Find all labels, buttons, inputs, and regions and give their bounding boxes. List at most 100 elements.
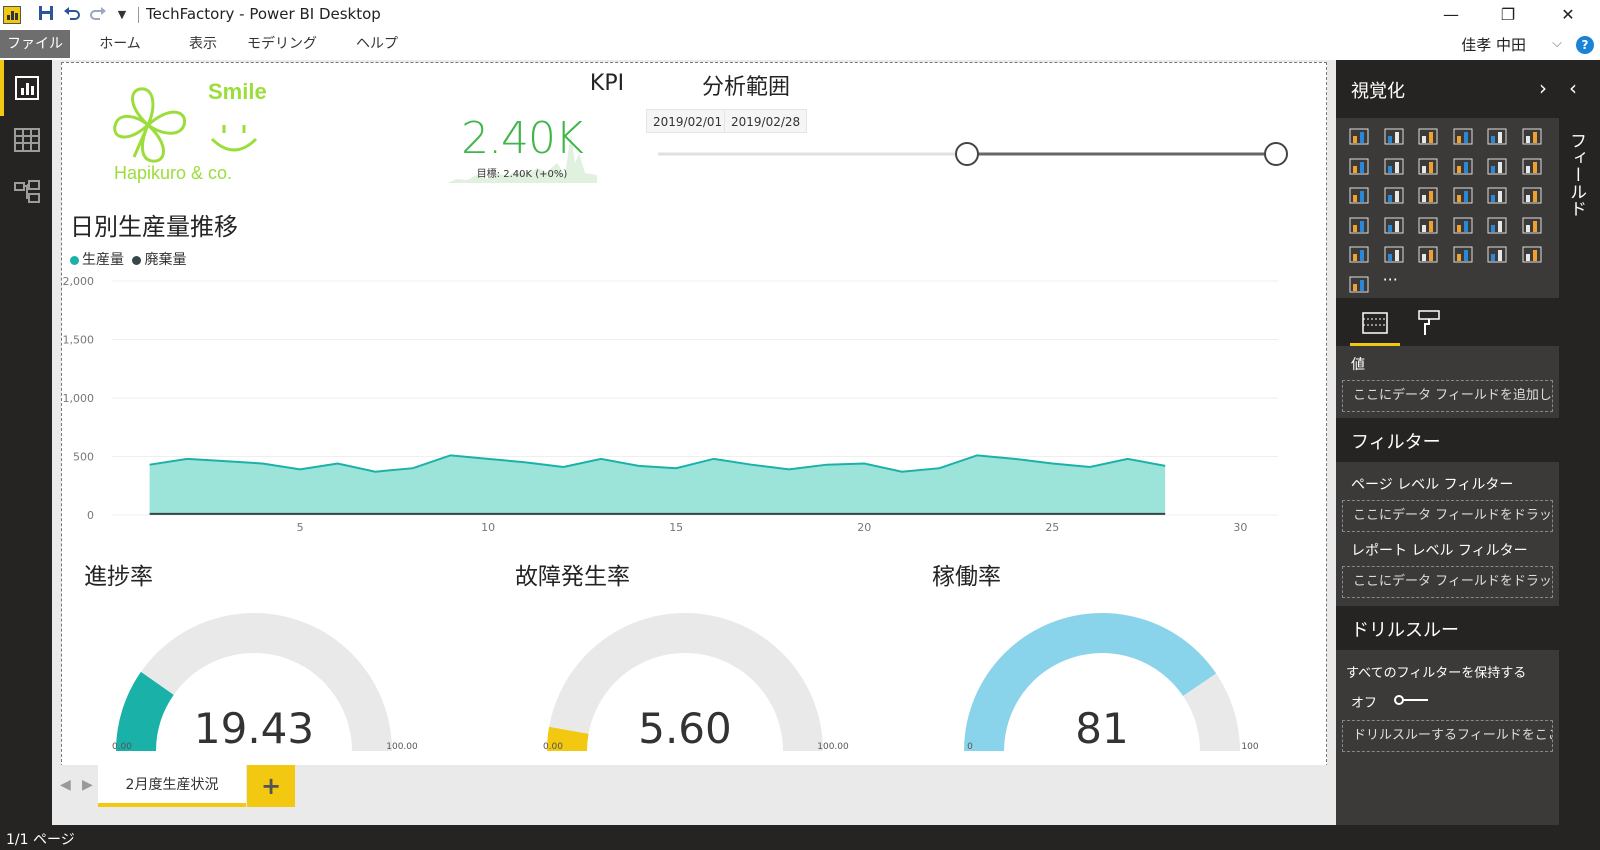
paint-roller-icon <box>1418 310 1440 335</box>
menu-help[interactable]: ヘルプ <box>352 30 402 58</box>
matrix-icon[interactable] <box>1417 244 1439 264</box>
line-clustered-column-icon[interactable] <box>1486 156 1508 176</box>
expand-fields-icon[interactable]: ‹ <box>1569 76 1577 100</box>
values-drop-zone[interactable]: ここにデータ フィールドを追加して... <box>1342 380 1553 412</box>
report-view-button[interactable] <box>0 60 52 116</box>
scatter-icon[interactable] <box>1383 185 1405 205</box>
undo-icon[interactable] <box>62 5 82 25</box>
report-page[interactable]: Smile Hapikuro & co. KPI 2.40K 目標: 2.40K… <box>61 62 1327 777</box>
card-icon[interactable] <box>1452 215 1474 235</box>
fields-well-icon <box>1362 312 1388 334</box>
donut-icon[interactable] <box>1452 185 1474 205</box>
add-page-button[interactable]: + <box>247 765 295 807</box>
clustered-column-icon[interactable] <box>1452 126 1474 146</box>
line-chart-icon[interactable] <box>1348 156 1370 176</box>
minimize-button[interactable]: — <box>1428 0 1474 30</box>
visualizations-title: 視覚化 <box>1351 81 1405 102</box>
production-area-chart[interactable]: 0 500 1,000 1,500 2,000 5 10 15 20 25 30 <box>62 273 1328 548</box>
clustered-bar-icon[interactable] <box>1417 126 1439 146</box>
gauge-progress[interactable]: 進捗率 19.43 0.00 100.00 <box>84 557 484 772</box>
keep-filters-toggle[interactable] <box>1394 695 1430 705</box>
collapse-visualizations-icon[interactable]: › <box>1539 76 1547 100</box>
area-chart-icon[interactable] <box>1383 156 1405 176</box>
title-separator <box>138 7 139 23</box>
fields-pane-label[interactable]: フィールド <box>1566 132 1589 217</box>
help-icon[interactable]: ? <box>1576 36 1594 54</box>
slicer-icon[interactable] <box>1348 244 1370 264</box>
menu-view[interactable]: 表示 <box>178 30 228 58</box>
model-view-button[interactable] <box>0 164 52 220</box>
ribbon-chart-icon[interactable] <box>1521 156 1543 176</box>
x-tick-label: 5 <box>297 521 304 534</box>
relationships-icon <box>14 180 40 203</box>
pie-icon[interactable] <box>1417 185 1439 205</box>
stacked-bar-icon[interactable] <box>1348 126 1370 146</box>
arcgis-map-icon[interactable] <box>1486 244 1508 264</box>
kpi-card[interactable]: 2.40K 目標: 2.40K (+0%) <box>447 113 602 183</box>
slicer-end-date[interactable]: 2019/02/28 <box>724 109 808 133</box>
status-bar: 1/1 ページ <box>0 825 1600 850</box>
y-tick-label: 1,500 <box>63 334 95 347</box>
gauge-min-label: 0 <box>967 742 973 752</box>
map-icon[interactable] <box>1521 185 1543 205</box>
date-range-slider[interactable] <box>658 139 1288 169</box>
page-filter-drop-zone[interactable]: ここにデータ フィールドをドラッグ... <box>1342 500 1553 532</box>
customize-quick-access-icon[interactable]: ▼ <box>112 5 132 25</box>
slider-start-handle <box>955 142 979 166</box>
legend-item-production[interactable]: 生産量 <box>70 252 124 268</box>
drillthrough-drop-zone[interactable]: ドリルスルーするフィールドをここ... <box>1342 720 1553 752</box>
funnel-icon[interactable] <box>1383 215 1405 235</box>
chevron-down-icon[interactable]: ⌵ <box>1552 36 1562 51</box>
production-area <box>149 455 1166 515</box>
y-tick-label: 500 <box>73 451 94 464</box>
more-visuals-icon[interactable]: ··· <box>1383 270 1405 290</box>
values-label: 値 <box>1351 357 1365 373</box>
next-page-icon[interactable]: ▶ <box>82 777 93 793</box>
custom-visual-icon[interactable] <box>1348 274 1370 294</box>
r-script-icon[interactable] <box>1452 244 1474 264</box>
user-name[interactable]: 佳孝 中田 <box>1461 34 1526 55</box>
gauge-utilization[interactable]: 稼働率 81 0 100 <box>932 557 1332 772</box>
table-icon[interactable] <box>1383 244 1405 264</box>
report-filter-drop-zone[interactable]: ここにデータ フィールドをドラッグ... <box>1342 566 1553 598</box>
menu-home[interactable]: ホーム <box>92 30 148 58</box>
treemap-icon[interactable] <box>1486 185 1508 205</box>
menu-modeling[interactable]: モデリング <box>244 30 320 58</box>
kpi-icon[interactable] <box>1521 215 1543 235</box>
page-tab[interactable]: 2月度生産状況 <box>98 765 246 807</box>
waterfall-icon[interactable] <box>1348 185 1370 205</box>
window-title: TechFactory - Power BI Desktop <box>146 5 381 23</box>
stacked-area-icon[interactable] <box>1417 156 1439 176</box>
gauge-icon[interactable] <box>1417 215 1439 235</box>
line-column-icon[interactable] <box>1452 156 1474 176</box>
visualizations-tabs <box>1336 298 1559 346</box>
menu-file[interactable]: ファイル <box>0 30 70 58</box>
multi-row-card-icon[interactable] <box>1486 215 1508 235</box>
data-view-button[interactable] <box>0 112 52 168</box>
table-icon <box>14 128 40 152</box>
y-tick-label: 1,000 <box>63 392 95 405</box>
stacked-column-icon[interactable] <box>1383 126 1405 146</box>
visual-types-grid: ··· <box>1336 118 1559 298</box>
legend-item-waste[interactable]: 廃棄量 <box>132 252 186 268</box>
kpi-goal: 目標: 2.40K (+0%) <box>476 169 568 180</box>
save-icon[interactable] <box>36 5 56 25</box>
close-button[interactable]: ✕ <box>1545 0 1591 30</box>
filled-map-icon[interactable] <box>1348 215 1370 235</box>
restore-button[interactable]: ❐ <box>1485 0 1531 30</box>
chart-title: 日別生産量推移 <box>70 213 238 241</box>
slicer-start-date[interactable]: 2019/02/01 <box>646 109 730 133</box>
keep-filters-label: すべてのフィルターを保持する <box>1346 666 1527 681</box>
gauge-failure-rate[interactable]: 故障発生率 5.60 0.00 100.00 <box>515 557 915 772</box>
100-stacked-column-icon[interactable] <box>1521 126 1543 146</box>
100-stacked-bar-icon[interactable] <box>1486 126 1508 146</box>
gauge-max-label: 100.00 <box>817 742 849 752</box>
format-tab[interactable] <box>1410 302 1450 346</box>
fields-pane-collapsed[interactable]: ‹ フィールド <box>1559 60 1600 825</box>
globe-map-icon[interactable] <box>1521 244 1543 264</box>
redo-icon[interactable] <box>88 5 108 25</box>
fields-tab[interactable] <box>1350 302 1400 346</box>
prev-page-icon[interactable]: ◀ <box>60 777 71 793</box>
x-tick-label: 15 <box>669 521 683 534</box>
view-switcher <box>0 60 52 825</box>
